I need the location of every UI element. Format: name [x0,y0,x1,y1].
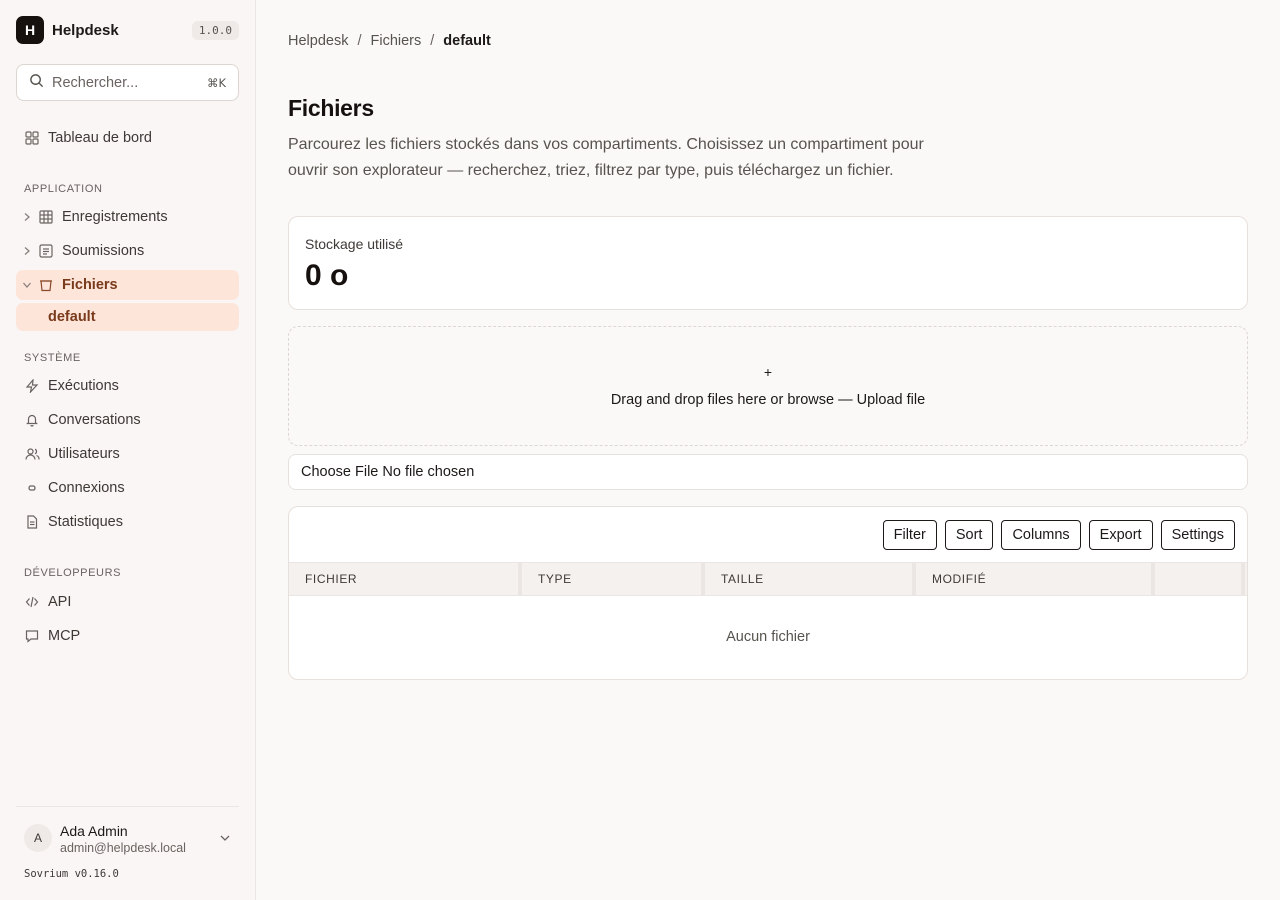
chat-icon [24,628,40,644]
column-resize-handle[interactable] [518,563,522,595]
breadcrumb-current: default [443,33,491,49]
storage-label: Stockage utilisé [305,236,404,252]
sidebar-item-label: Conversations [48,412,141,428]
table-toolbar: Filter Sort Columns Export Settings [882,520,1235,550]
filter-button[interactable]: Filter [882,520,937,550]
page-title: Fichiers [288,95,374,121]
sidebar-item-label: default [48,309,96,325]
export-button[interactable]: Export [1088,520,1153,550]
bell-icon [24,412,40,428]
document-icon [24,514,40,530]
column-header-file[interactable]: FICHIER [305,563,357,595]
chevron-right-icon [20,244,34,258]
user-menu[interactable]: A Ada Admin admin@helpdesk.local Sovrium… [16,806,239,900]
table-icon [38,209,54,225]
plus-icon: + [763,364,773,380]
search-shortcut: ⌘K [206,75,226,90]
lightning-icon [24,378,40,394]
sidebar: H Helpdesk 1.0.0 Rechercher... ⌘K Tablea… [0,0,256,900]
sidebar-item-bucket-default[interactable]: default [16,303,239,331]
column-resize-handle[interactable] [1241,563,1245,595]
chevron-down-icon[interactable] [219,831,231,849]
sidebar-item-label: Connexions [48,480,125,496]
columns-button[interactable]: Columns [1001,520,1081,550]
sidebar-item-mcp[interactable]: MCP [16,621,239,651]
page-description: Parcourez les fichiers stockés dans vos … [288,136,924,179]
dropzone-text: Drag and drop files here or browse — Upl… [610,392,926,408]
user-email: admin@helpdesk.local [60,841,186,855]
search-icon [29,73,44,93]
bucket-icon [38,277,54,293]
sidebar-item-executions[interactable]: Exécutions [16,371,239,401]
column-resize-handle[interactable] [1151,563,1155,595]
section-label-system: SYSTÈME [24,352,81,364]
breadcrumb-separator: / [430,33,435,49]
sidebar-item-records[interactable]: Enregistrements [16,202,239,232]
sidebar-item-label: Enregistrements [62,209,168,225]
user-name: Ada Admin [60,823,128,839]
settings-button[interactable]: Settings [1160,520,1235,550]
search-input[interactable]: Rechercher... ⌘K [16,64,239,101]
sidebar-item-label: Exécutions [48,378,119,394]
app-version-badge: 1.0.0 [191,20,239,40]
app-logo: H [16,16,44,44]
sidebar-item-dashboard[interactable]: Tableau de bord [16,123,239,153]
app-name: Helpdesk [52,21,119,39]
sidebar-item-label: Fichiers [62,277,118,293]
storage-card: Stockage utilisé 0 o [288,216,1248,310]
sidebar-item-connections[interactable]: Connexions [16,473,239,503]
breadcrumb-item[interactable]: Helpdesk [288,33,348,49]
code-icon [24,594,40,610]
sidebar-item-label: Utilisateurs [48,446,120,462]
file-input[interactable]: Choose File No file chosen [288,454,1248,490]
sort-button[interactable]: Sort [944,520,994,550]
sidebar-item-conversations[interactable]: Conversations [16,405,239,435]
sidebar-item-label: API [48,594,72,610]
avatar: A [24,824,52,852]
sidebar-item-api[interactable]: API [16,587,239,617]
users-icon [24,446,40,462]
sidebar-item-label: Tableau de bord [48,130,152,146]
sidebar-item-users[interactable]: Utilisateurs [16,439,239,469]
sidebar-item-label: Statistiques [48,514,123,530]
sidebar-item-statistics[interactable]: Statistiques [16,507,239,537]
section-label-application: APPLICATION [24,183,103,195]
file-input-status: No file chosen [382,464,475,480]
table-header: FICHIER TYPE TAILLE MODIFIÉ [289,562,1247,596]
sidebar-item-label: MCP [48,628,81,644]
empty-state: Aucun fichier [726,629,810,645]
sidebar-item-label: Soumissions [62,243,145,259]
chevron-right-icon [20,210,34,224]
brand[interactable]: H Helpdesk 1.0.0 [16,16,239,44]
choose-file-button[interactable]: Choose File [301,464,378,480]
files-table: Filter Sort Columns Export Settings FICH… [288,506,1248,680]
link-icon [24,480,40,496]
column-header-type[interactable]: TYPE [538,563,572,595]
grid-icon [24,130,40,146]
section-label-developers: DÉVELOPPEURS [24,567,122,579]
breadcrumb-separator: / [357,33,362,49]
sidebar-item-submissions[interactable]: Soumissions [16,236,239,266]
column-resize-handle[interactable] [701,563,705,595]
app-footer-version: Sovrium v0.16.0 [24,868,119,880]
form-icon [38,243,54,259]
breadcrumb: Helpdesk / Fichiers / default [288,33,491,49]
chevron-down-icon [20,278,34,292]
storage-value: 0 o [305,259,349,292]
column-header-size[interactable]: TAILLE [721,563,764,595]
search-placeholder: Rechercher... [52,74,139,91]
breadcrumb-item[interactable]: Fichiers [370,33,421,49]
column-header-modified[interactable]: MODIFIÉ [932,563,986,595]
column-resize-handle[interactable] [912,563,916,595]
sidebar-item-files[interactable]: Fichiers [16,270,239,300]
upload-dropzone[interactable]: + Drag and drop files here or browse — U… [288,326,1248,446]
